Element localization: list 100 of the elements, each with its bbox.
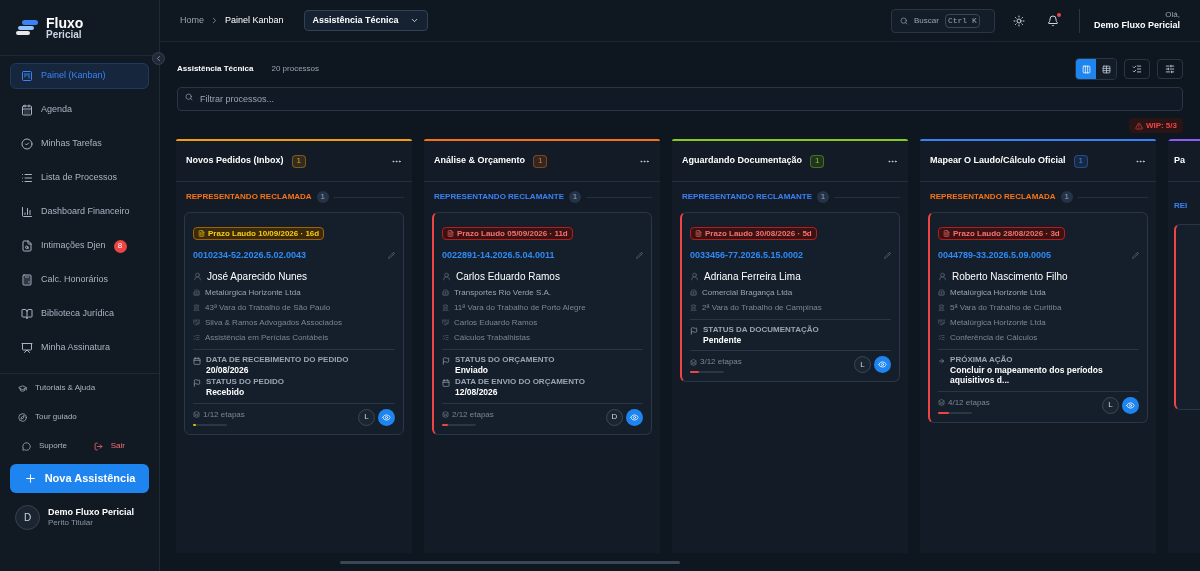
arrow-icon (938, 356, 946, 365)
column-title: Aguardando Documentação (682, 154, 802, 168)
deadline-badge: Prazo Laudo 05/09/2026 · 11d (442, 227, 573, 240)
layers-icon (442, 411, 449, 419)
logout-link[interactable]: Sair (93, 440, 125, 452)
search-button[interactable]: Buscar Ctrl K (890, 8, 995, 33)
building-icon (938, 289, 945, 296)
breadcrumb-current: Painel Kanban (225, 13, 284, 27)
calendar-icon (442, 379, 450, 388)
view-button[interactable] (378, 408, 395, 426)
progress-label: 2/12 etapas (442, 408, 494, 421)
view-button[interactable] (626, 408, 643, 426)
landmark-icon (193, 304, 200, 311)
checklist-icon (193, 334, 200, 341)
nav-item[interactable]: Painel (Kanban) (10, 63, 149, 89)
process-card[interactable]: Prazo Laudo 30/08/2026 · 5d 0033456-77.2026.5.15.0002 Adriana Ferreira Lima Comercial Bragança Ltda 2ª Vara do Trabalho de Campinas STATUS DA DOCUMENTAÇÃO Pendente 3/12 etapas L (680, 212, 900, 383)
service-name: Assistência em Perícias Contábeis (205, 331, 329, 344)
new-assistance-button[interactable]: Nova Assistência (10, 464, 149, 493)
filter-field[interactable]: Filtrar processos... (177, 87, 1183, 111)
board-select[interactable]: Assistência Técnica (303, 10, 428, 31)
view-toggle[interactable] (1096, 59, 1116, 79)
nav-item[interactable]: Minha Assinatura (10, 335, 149, 361)
view-button[interactable] (1122, 396, 1139, 414)
shortcut-key: Ctrl K (944, 13, 980, 28)
process-count: 20 processos (271, 63, 320, 75)
process-number[interactable]: 0044789-33.2026.5.09.0005 (938, 249, 1052, 263)
process-number[interactable]: 0010234-52.2026.5.02.0043 (193, 249, 307, 263)
pencil-icon (1132, 252, 1139, 260)
process-number[interactable]: 0033456-77.2026.5.15.0002 (690, 249, 804, 263)
checklist-icon (1132, 64, 1142, 74)
nav-item[interactable]: Agenda (10, 97, 149, 123)
eye-icon (382, 412, 391, 422)
field-value: Pendente (703, 334, 743, 346)
building-icon (690, 289, 697, 296)
deadline-badge: Prazo Laudo 28/08/2026 · 3d (938, 227, 1065, 240)
court-name: 11ª Vara do Trabalho de Porto Alegre (454, 301, 586, 314)
process-card[interactable] (1174, 224, 1200, 410)
assignee-avatar: L (854, 356, 871, 374)
breadcrumb-link[interactable]: Home (180, 13, 204, 28)
person-icon (938, 271, 947, 281)
scrollbar[interactable] (340, 560, 680, 564)
handshake-icon (442, 319, 449, 326)
column-title: Mapear O Laudo/Cálculo Oficial (930, 154, 1066, 168)
progress-label: 4/12 etapas (938, 396, 990, 409)
process-card[interactable] (432, 212, 652, 435)
field-label: STATUS DO ORÇAMENTO (455, 354, 555, 365)
tutorials-link[interactable]: Tutoriais & Ajuda (18, 382, 141, 394)
user-name: Demo Fluxo Pericial (48, 506, 135, 519)
progress-label: 1/12 etapas (193, 408, 245, 421)
settings-button[interactable] (1157, 59, 1183, 79)
process-number[interactable]: 0022891-14.2026.5.04.0011 (442, 249, 555, 263)
process-card[interactable] (928, 212, 1148, 423)
person-icon (193, 271, 202, 281)
process-card[interactable] (184, 212, 404, 435)
nav-item[interactable]: Biblioteca Jurídica (10, 301, 149, 327)
tour-link[interactable]: Tour guiado (18, 411, 141, 423)
table-icon (1101, 64, 1111, 74)
logout-icon (93, 441, 103, 451)
nav-icon (21, 308, 33, 320)
bell-icon (1046, 14, 1059, 27)
lawyer-name: Metalúrgica Horizonte Ltda (950, 316, 1046, 329)
eye-icon (630, 412, 639, 422)
brand-subtitle: Pericial (46, 29, 83, 40)
collapse-button[interactable] (152, 52, 165, 65)
theme-toggle-button[interactable] (1012, 14, 1025, 27)
deadline-badge: Prazo Laudo 30/08/2026 · 5d (690, 227, 817, 240)
nav-item[interactable]: Minhas Tarefas (10, 131, 149, 157)
view-toggle[interactable] (1076, 59, 1096, 79)
checklist-button[interactable] (1124, 59, 1150, 79)
notifications-button[interactable] (1046, 14, 1059, 27)
user-avatar: D (15, 505, 40, 530)
field-value: 12/08/2026 (455, 387, 499, 398)
assignee-avatar: D (606, 408, 623, 426)
field-label: PRÓXIMA AÇÃO (950, 354, 1014, 365)
group-label: REPRESENTANDO RECLAMANTE (681, 191, 813, 203)
nav-item[interactable]: Calc. Honorários (10, 267, 149, 293)
nav-item[interactable]: Intimações Djen 8 (10, 233, 149, 259)
court-name: 43ª Vara do Trabalho de São Paulo (205, 301, 331, 314)
group-label: REPRESENTANDO RECLAMADA (929, 191, 1056, 203)
person-icon (442, 271, 451, 281)
support-link[interactable]: Suporte (22, 440, 68, 452)
nav-item[interactable]: Lista de Processos (10, 165, 149, 191)
landmark-icon (938, 304, 945, 311)
nav-item[interactable]: Dashboard Financeiro (10, 199, 149, 225)
column-count: 1 (810, 154, 825, 168)
eye-icon (1126, 400, 1135, 410)
field-value: Recebido (206, 387, 246, 398)
deadline-badge: Prazo Laudo 10/09/2026 · 16d (193, 227, 325, 240)
lawyer-name: Silva & Ramos Advogados Associados (205, 316, 342, 329)
client-name: José Aparecido Nunes (207, 269, 308, 284)
view-button[interactable] (874, 356, 891, 374)
service-name: Conferência de Cálculos (950, 331, 1038, 344)
column-title: Pa (1174, 154, 1185, 168)
document-icon (198, 230, 205, 237)
pencil-icon (388, 252, 395, 260)
sun-icon (1012, 14, 1025, 27)
field-label: STATUS DA DOCUMENTAÇÃO (703, 324, 819, 335)
layers-icon (193, 411, 200, 419)
graduation-cap-icon (18, 383, 27, 393)
logo-icon (16, 18, 38, 37)
